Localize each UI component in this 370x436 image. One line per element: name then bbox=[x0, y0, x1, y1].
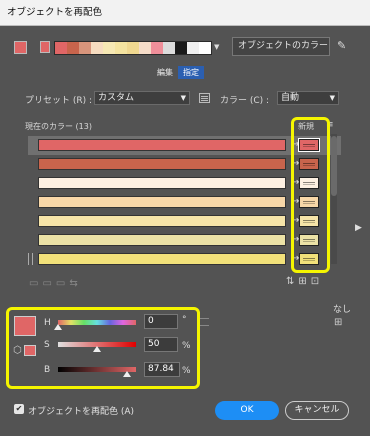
hue-unit: ° bbox=[182, 315, 187, 325]
chevron-down-icon[interactable]: ▼ bbox=[214, 43, 219, 51]
strip-color-chip[interactable] bbox=[103, 42, 115, 54]
tab-assign[interactable]: 指定 bbox=[178, 66, 204, 79]
current-color-bar[interactable] bbox=[38, 158, 286, 170]
strip-color-chip[interactable] bbox=[67, 42, 79, 54]
brightness-slider-thumb[interactable] bbox=[122, 371, 131, 377]
strip-color-chip[interactable] bbox=[163, 42, 175, 54]
color-mode-label: カラー (C) : bbox=[220, 96, 270, 106]
color-group-name-field[interactable]: オブジェクトのカラー bbox=[232, 37, 330, 56]
recolor-checkbox-label: オブジェクトを再配色 (A) bbox=[28, 407, 135, 417]
active-color-swatch[interactable] bbox=[14, 316, 36, 336]
current-color-bar[interactable] bbox=[38, 253, 286, 265]
preset-value: カスタム bbox=[98, 93, 135, 103]
color-group-strip[interactable] bbox=[54, 41, 212, 55]
color-mode-dropdown[interactable]: 自動 ▼ bbox=[277, 91, 339, 105]
tab-edit[interactable]: 編集 bbox=[152, 66, 178, 79]
chevron-down-icon: ▼ bbox=[180, 94, 186, 102]
row-tools-icons[interactable]: ▭▭▭⇆ bbox=[29, 278, 82, 289]
strip-color-chip[interactable] bbox=[115, 42, 127, 54]
color-library-icon[interactable] bbox=[199, 93, 210, 103]
saturation-unit: % bbox=[182, 341, 191, 351]
saturation-field[interactable]: 50 bbox=[144, 337, 178, 352]
strip-color-chip[interactable] bbox=[55, 42, 67, 54]
current-color-bar[interactable] bbox=[38, 177, 286, 189]
color-mode-value: 自動 bbox=[281, 93, 300, 103]
strip-color-chip[interactable] bbox=[91, 42, 103, 54]
recolor-checkbox[interactable]: ✔ bbox=[14, 404, 24, 414]
brightness-unit: % bbox=[182, 366, 191, 376]
brightness-field[interactable]: 87.84 bbox=[144, 362, 180, 377]
strip-color-chip[interactable] bbox=[139, 42, 151, 54]
current-color-bar[interactable] bbox=[38, 215, 286, 227]
strip-color-chip[interactable] bbox=[79, 42, 91, 54]
cancel-button[interactable]: キャンセル bbox=[285, 401, 349, 420]
current-color-bar[interactable] bbox=[38, 139, 286, 151]
row-handle-icon[interactable] bbox=[28, 253, 33, 265]
strip-color-chip[interactable] bbox=[175, 42, 187, 54]
mode-tabs: 編集 指定 bbox=[152, 66, 204, 79]
hue-field[interactable]: 0 bbox=[144, 314, 178, 329]
random-tools-icons[interactable]: ⇅⊞⊡ bbox=[286, 276, 323, 287]
secondary-color-swatch[interactable] bbox=[24, 345, 36, 356]
eyedropper-icon[interactable]: ✎ bbox=[337, 39, 346, 52]
saturation-label: S bbox=[44, 340, 50, 350]
scrollbar-thumb[interactable] bbox=[331, 136, 337, 196]
preset-label: プリセット (R) : bbox=[25, 96, 93, 106]
expand-arrow-icon[interactable]: ▶ bbox=[355, 223, 362, 233]
window-title: オブジェクトを再配色 bbox=[0, 0, 370, 26]
preset-dropdown[interactable]: カスタム ▼ bbox=[94, 91, 190, 105]
strip-color-chip[interactable] bbox=[127, 42, 139, 54]
hue-label: H bbox=[44, 318, 51, 328]
color-mode-cube-icon[interactable]: ⬡ bbox=[13, 345, 22, 356]
brightness-label: B bbox=[44, 365, 51, 375]
ok-button[interactable]: OK bbox=[215, 401, 279, 420]
current-color-swatch[interactable] bbox=[14, 41, 27, 54]
saturation-slider-thumb[interactable] bbox=[93, 346, 101, 352]
strip-color-chip[interactable] bbox=[187, 42, 199, 54]
current-color-bar[interactable] bbox=[38, 234, 286, 246]
current-colors-header: 現在のカラー (13) bbox=[25, 122, 92, 131]
chevron-down-icon: ▼ bbox=[329, 94, 335, 102]
current-color-bar[interactable] bbox=[38, 196, 286, 208]
strip-color-chip[interactable] bbox=[151, 42, 163, 54]
new-colors-highlight bbox=[291, 117, 330, 273]
hue-slider-thumb[interactable] bbox=[54, 324, 62, 330]
grid-icon[interactable]: ⊞ bbox=[334, 317, 342, 328]
group-color-swatch[interactable] bbox=[40, 41, 50, 53]
panel-grip[interactable] bbox=[200, 318, 209, 326]
none-label: なし bbox=[333, 305, 352, 315]
strip-color-chip[interactable] bbox=[199, 42, 211, 54]
hue-slider[interactable] bbox=[58, 320, 136, 325]
